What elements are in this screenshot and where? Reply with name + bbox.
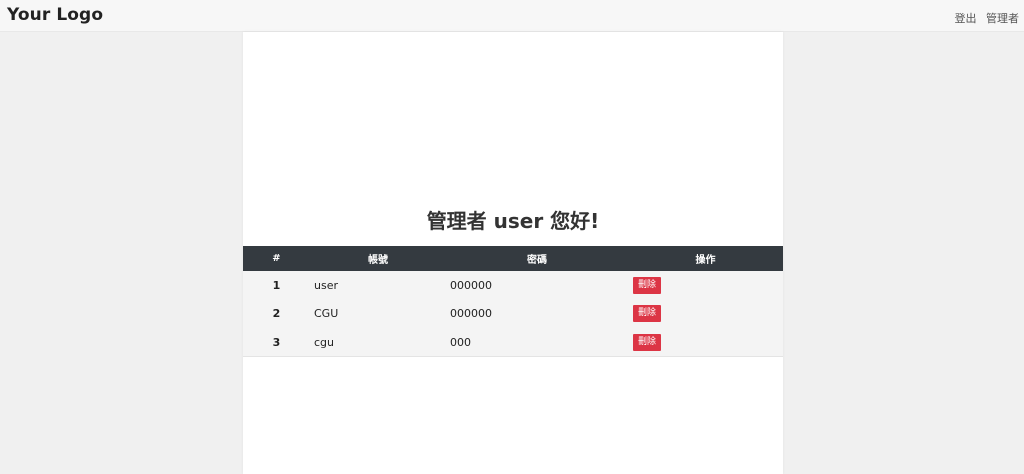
row-password: 000000 [450, 279, 492, 293]
row-number: 2 [272, 307, 281, 321]
admin-link[interactable]: 管理者 [986, 12, 1019, 25]
row-action-cell: 刪除 [628, 328, 783, 357]
row-action-cell: 刪除 [628, 300, 783, 329]
top-navbar: Your Logo 登出 管理者 [0, 0, 1024, 32]
table-header-row: # 帳號 密碼 操作 [243, 246, 783, 271]
delete-button[interactable]: 刪除 [633, 277, 662, 295]
row-number: 3 [272, 335, 281, 349]
column-header-number: # [272, 253, 281, 264]
row-number: 1 [272, 279, 281, 293]
row-action-cell: 刪除 [628, 271, 783, 300]
table-row: 3 cgu 000 刪除 [243, 328, 783, 357]
main-card: 管理者 user 您好! # 帳號 密碼 操作 1 user 000000 刪除… [243, 32, 783, 474]
table-header: # 帳號 密碼 操作 [243, 246, 783, 271]
table-row: 1 user 000000 刪除 [243, 271, 783, 300]
logo[interactable]: Your Logo [7, 5, 103, 25]
row-account: cgu [314, 335, 335, 349]
delete-button[interactable]: 刪除 [633, 305, 662, 323]
delete-button[interactable]: 刪除 [633, 333, 662, 351]
column-header-account: 帳號 [368, 255, 388, 266]
column-header-password: 密碼 [527, 255, 547, 266]
page-title: 管理者 user 您好! [426, 209, 600, 233]
row-account: CGU [314, 307, 339, 321]
table-body: 1 user 000000 刪除 2 CGU 000000 刪除 3 cgu 0… [243, 271, 783, 357]
row-password: 000000 [450, 307, 492, 321]
row-account: user [314, 279, 338, 293]
nav-links: 登出 管理者 [949, 10, 1020, 26]
user-table: # 帳號 密碼 操作 1 user 000000 刪除 2 CGU 000000… [243, 246, 783, 357]
column-header-action: 操作 [695, 255, 716, 266]
table-row: 2 CGU 000000 刪除 [243, 300, 783, 329]
logout-link[interactable]: 登出 [955, 12, 977, 25]
row-password: 000 [450, 335, 471, 349]
